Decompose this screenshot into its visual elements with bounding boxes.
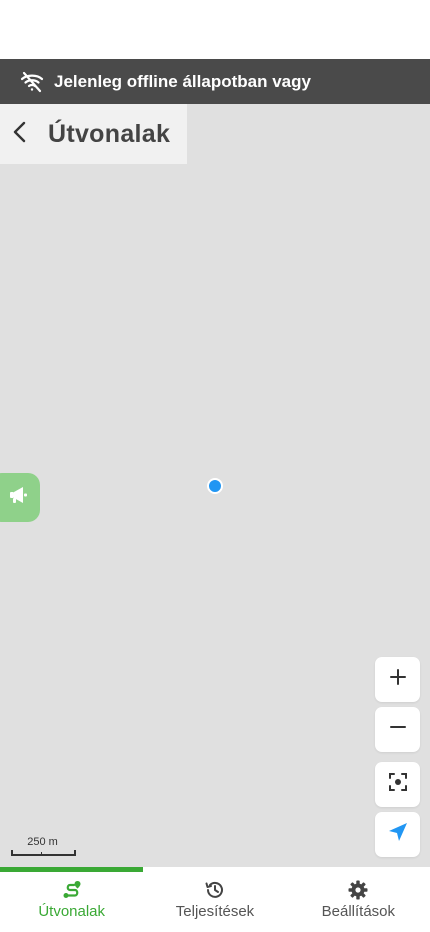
gear-icon: [347, 879, 369, 901]
nav-label: Teljesítések: [175, 903, 255, 920]
tab-indicator: [143, 867, 286, 872]
page-title: Útvonalak: [48, 119, 171, 148]
megaphone-icon: [1, 486, 29, 509]
history-icon: [204, 879, 226, 901]
route-icon: [61, 879, 83, 901]
offline-message: Jelenleg offline állapotban vagy: [54, 71, 311, 91]
scale-bar: [11, 850, 76, 856]
map-scale: 250 m: [11, 836, 76, 856]
active-tab-indicator: [0, 867, 144, 872]
nav-item-settings[interactable]: Beállítások: [287, 867, 430, 932]
nav-label: Útvonalak: [38, 903, 106, 920]
offline-banner: Jelenleg offline állapotban vagy: [0, 59, 430, 104]
navigation-arrow-icon: [388, 822, 408, 847]
zoom-out-button[interactable]: [375, 707, 420, 752]
back-button[interactable]: [2, 104, 38, 164]
recenter-button[interactable]: [375, 762, 420, 807]
status-bar-area: [0, 0, 430, 59]
nav-item-achievements[interactable]: Teljesítések: [143, 867, 286, 932]
scale-label: 250 m: [27, 836, 58, 848]
plus-icon: [389, 669, 406, 690]
bottom-navigation: Útvonalak Teljesítések Beállítások: [0, 867, 430, 932]
title-bar: Útvonalak: [0, 104, 187, 164]
feedback-button[interactable]: [0, 473, 40, 522]
nav-label: Beállítások: [321, 903, 395, 920]
my-location-button[interactable]: [375, 812, 420, 857]
chevron-left-icon: [13, 121, 27, 148]
tab-indicator: [287, 867, 430, 872]
current-location-marker: [207, 478, 223, 494]
map-view[interactable]: Útvonalak 250 m: [0, 104, 430, 867]
wifi-off-icon: [20, 70, 44, 94]
focus-icon: [388, 772, 408, 797]
minus-icon: [389, 719, 406, 740]
scale-tick: [41, 852, 42, 855]
nav-item-routes[interactable]: Útvonalak: [0, 867, 144, 932]
zoom-in-button[interactable]: [375, 657, 420, 702]
